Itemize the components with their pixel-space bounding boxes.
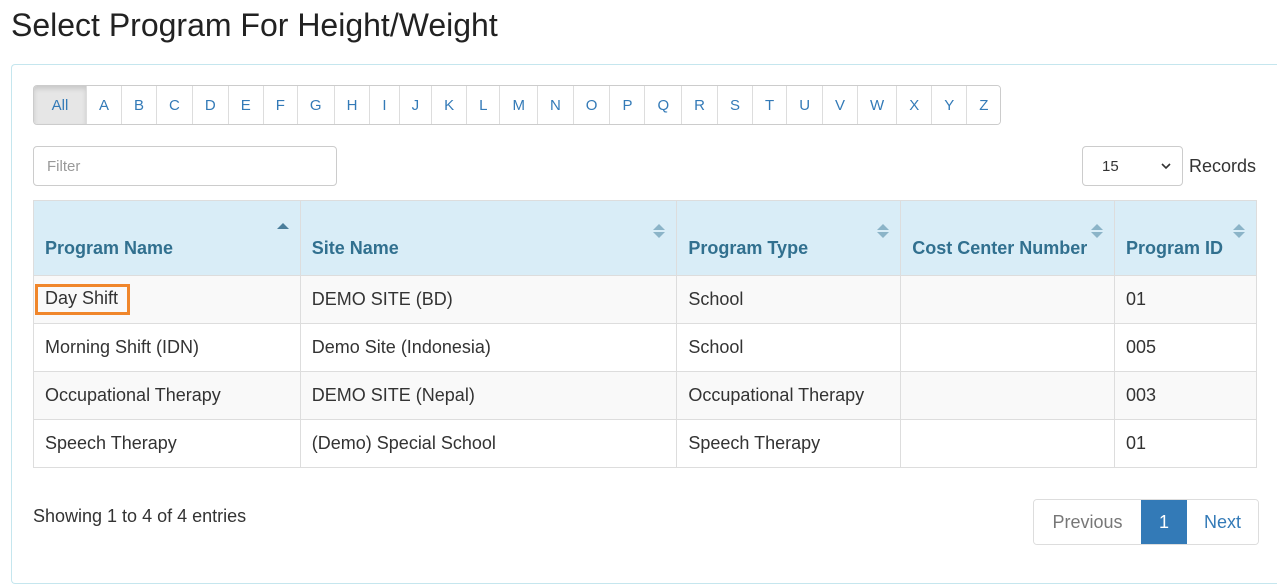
- column-header-label: Site Name: [311, 238, 399, 258]
- cell-text: 005: [1126, 337, 1157, 357]
- alpha-filter-o[interactable]: O: [572, 86, 610, 124]
- alpha-filter-a[interactable]: A: [86, 86, 122, 124]
- table-header-row: Program Name Site Name Program Type Cost Ce…: [33, 200, 1257, 276]
- column-header-program-name[interactable]: Program Name: [33, 200, 301, 276]
- next-page-button[interactable]: Next: [1187, 500, 1258, 544]
- alpha-filter-q[interactable]: Q: [644, 86, 682, 124]
- cell-text: School: [688, 337, 744, 357]
- alpha-filter-m[interactable]: M: [499, 86, 537, 124]
- cell-program-name[interactable]: Morning Shift (IDN): [33, 323, 301, 372]
- records-per-page: 15 Records: [1082, 146, 1256, 186]
- column-header-label: Program ID: [1126, 238, 1224, 258]
- alpha-filter-c[interactable]: C: [156, 86, 192, 124]
- filter-input[interactable]: [33, 146, 337, 186]
- cell-cost-center-number: [900, 371, 1116, 420]
- alpha-filter-t[interactable]: T: [752, 86, 787, 124]
- table-row[interactable]: Day Shift DEMO SITE (BD) School 01: [33, 275, 1257, 324]
- alpha-filter-s[interactable]: S: [717, 86, 753, 124]
- pagination: Previous 1 Next: [1033, 499, 1259, 545]
- alpha-filter-n[interactable]: N: [536, 86, 573, 124]
- cell-cost-center-number: [900, 419, 1116, 468]
- cell-text[interactable]: Occupational Therapy: [45, 385, 221, 405]
- sort-both-icon: [653, 224, 666, 238]
- cell-program-name[interactable]: Day Shift: [33, 275, 301, 324]
- cell-site-name: DEMO SITE (BD): [299, 275, 678, 324]
- column-header-label: Program Type: [688, 238, 809, 258]
- previous-page-button[interactable]: Previous: [1034, 500, 1141, 544]
- cell-program-type: School: [676, 275, 902, 324]
- alpha-filter-v[interactable]: V: [822, 86, 858, 124]
- cell-text[interactable]: Speech Therapy: [45, 433, 177, 453]
- cell-text: (Demo) Special School: [311, 433, 496, 453]
- table-row[interactable]: Morning Shift (IDN) Demo Site (Indonesia)…: [33, 323, 1257, 372]
- cell-text: School: [688, 289, 744, 309]
- alpha-filter-g[interactable]: G: [296, 86, 334, 124]
- cell-text: DEMO SITE (Nepal): [311, 385, 475, 405]
- alpha-filter-j[interactable]: J: [398, 86, 432, 124]
- cell-program-name[interactable]: Occupational Therapy: [33, 371, 301, 420]
- column-header-site-name[interactable]: Site Name: [299, 200, 678, 276]
- cell-program-type: Speech Therapy: [676, 419, 902, 468]
- page-1-button[interactable]: 1: [1141, 500, 1187, 544]
- sort-ascending-icon: [276, 223, 289, 229]
- records-select[interactable]: 15: [1082, 146, 1183, 186]
- alpha-filter-k[interactable]: K: [431, 86, 467, 124]
- cell-text: 003: [1126, 385, 1157, 405]
- column-header-program-id[interactable]: Program ID: [1114, 200, 1257, 276]
- cell-program-id: 005: [1114, 323, 1257, 372]
- alpha-filter-x[interactable]: X: [896, 86, 932, 124]
- alpha-filter-l[interactable]: L: [466, 86, 500, 124]
- cell-site-name: DEMO SITE (Nepal): [299, 371, 678, 420]
- alpha-filter-h[interactable]: H: [333, 86, 370, 124]
- alpha-filter-w[interactable]: W: [857, 86, 897, 124]
- column-header-label: Program Name: [45, 238, 174, 258]
- cell-text: Demo Site (Indonesia): [311, 337, 491, 357]
- cell-text[interactable]: Morning Shift (IDN): [45, 337, 199, 357]
- alpha-filter-e[interactable]: E: [227, 86, 263, 124]
- programs-table: Program Name Site Name Program Type Cost Ce…: [33, 200, 1257, 468]
- highlighted-program-name[interactable]: Day Shift: [35, 284, 131, 315]
- table-row[interactable]: Speech Therapy (Demo) Special School Speec…: [33, 419, 1257, 468]
- cell-program-type: School: [676, 323, 902, 372]
- cell-cost-center-number: [900, 275, 1116, 324]
- alpha-filter-p[interactable]: P: [609, 86, 645, 124]
- cell-text: 01: [1126, 289, 1147, 309]
- alpha-filter-r[interactable]: R: [681, 86, 717, 124]
- table-row[interactable]: Occupational Therapy DEMO SITE (Nepal) Occ…: [33, 371, 1257, 420]
- table-body: Day Shift DEMO SITE (BD) School 01 Morning S…: [33, 275, 1257, 468]
- cell-program-id: 003: [1114, 371, 1257, 420]
- cell-text: Occupational Therapy: [688, 385, 865, 405]
- sort-both-icon: [1091, 224, 1104, 238]
- cell-text: DEMO SITE (BD): [311, 289, 453, 309]
- cell-program-type: Occupational Therapy: [676, 371, 902, 420]
- cell-site-name: (Demo) Special School: [299, 419, 678, 468]
- cell-text: Speech Therapy: [688, 433, 821, 453]
- records-select-value: 15: [1102, 157, 1119, 175]
- cell-program-id: 01: [1114, 275, 1257, 324]
- cell-program-name[interactable]: Speech Therapy: [33, 419, 301, 468]
- table-info: Showing 1 to 4 of 4 entries: [33, 506, 247, 526]
- alpha-filter-y[interactable]: Y: [931, 86, 967, 124]
- alpha-filter-all[interactable]: All: [34, 86, 86, 124]
- cell-cost-center-number: [900, 323, 1116, 372]
- alpha-filter-z[interactable]: Z: [966, 86, 1001, 124]
- cell-site-name: Demo Site (Indonesia): [299, 323, 678, 372]
- column-header-label: Cost Center Number: [912, 238, 1088, 258]
- alphabet-filter: All A B C D E F G H I J K L M N O P Q R S T U V W X Y Z: [33, 85, 1002, 125]
- chevron-down-icon: [1161, 163, 1171, 170]
- alpha-filter-u[interactable]: U: [786, 86, 823, 124]
- records-label: Records: [1189, 155, 1257, 176]
- column-header-program-type[interactable]: Program Type: [676, 200, 902, 276]
- sort-both-icon: [877, 224, 890, 238]
- sort-both-icon: [1233, 224, 1245, 238]
- cell-text: 01: [1126, 433, 1147, 453]
- cell-program-id: 01: [1114, 419, 1257, 468]
- alpha-filter-f[interactable]: F: [262, 86, 297, 124]
- column-header-cost-center-number[interactable]: Cost Center Number: [900, 200, 1116, 276]
- alpha-filter-d[interactable]: D: [191, 86, 228, 124]
- alpha-filter-b[interactable]: B: [121, 86, 157, 124]
- alpha-filter-i[interactable]: I: [369, 86, 399, 124]
- page-title: Select Program For Height/Weight: [11, 7, 498, 43]
